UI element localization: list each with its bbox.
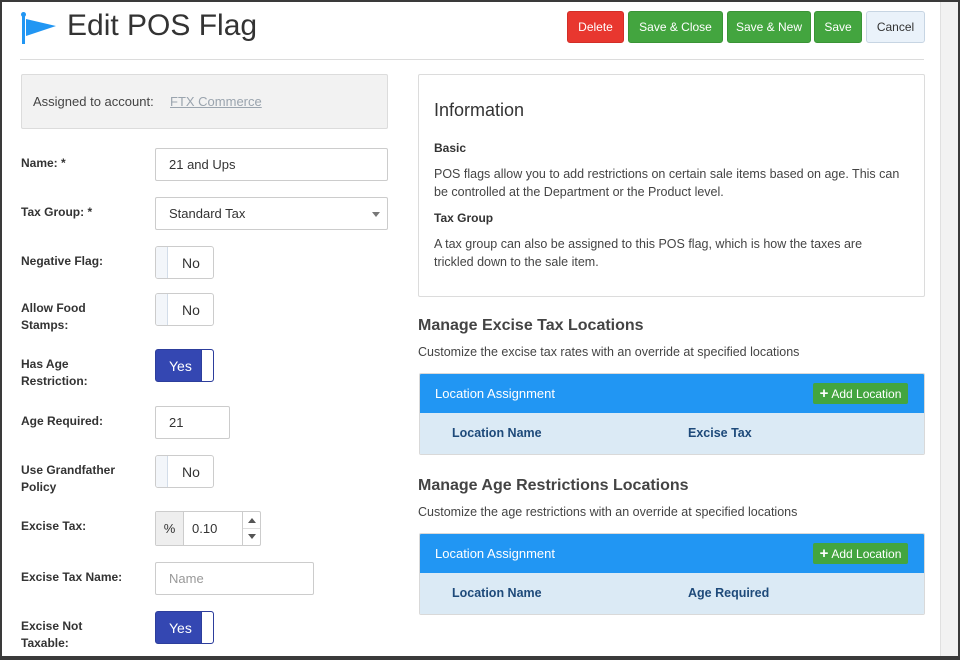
save-button[interactable]: Save bbox=[814, 11, 862, 43]
column-age-required[interactable]: Age Required bbox=[688, 586, 769, 600]
excise-tax-name-input[interactable]: Name bbox=[155, 562, 314, 595]
excise-tax-input[interactable]: % 0.10 bbox=[155, 511, 261, 546]
excise-not-taxable-label: Excise Not Taxable: bbox=[21, 619, 83, 650]
add-location-label: Add Location bbox=[831, 386, 902, 401]
window-frame: Edit POS Flag Delete Save & Close Save &… bbox=[0, 0, 960, 660]
age-required-label: Age Required: bbox=[21, 414, 104, 428]
spin-down-icon[interactable] bbox=[248, 534, 256, 539]
excise-section-title: Manage Excise Tax Locations bbox=[418, 317, 644, 334]
information-panel: Information Basic POS flags allow you to… bbox=[418, 74, 925, 297]
save-close-button[interactable]: Save & Close bbox=[628, 11, 723, 43]
percent-addon: % bbox=[156, 512, 184, 545]
scrollbar[interactable] bbox=[940, 2, 958, 656]
toggle-label: No bbox=[182, 254, 200, 271]
tax-group-value: Standard Tax bbox=[169, 206, 246, 221]
add-location-button[interactable]: + Add Location bbox=[813, 543, 908, 564]
toggle-knob bbox=[201, 350, 213, 381]
page: Edit POS Flag Delete Save & Close Save &… bbox=[2, 2, 940, 656]
tax-group-select[interactable]: Standard Tax bbox=[155, 197, 388, 230]
excise-not-taxable-toggle[interactable]: Yes bbox=[155, 611, 214, 644]
spinner-divider bbox=[243, 528, 260, 529]
age-section-subtitle: Customize the age restrictions with an o… bbox=[418, 505, 798, 519]
age-locations-table: Location Assignment + Add Location Locat… bbox=[419, 533, 925, 615]
assigned-account-link[interactable]: FTX Commerce bbox=[170, 94, 262, 109]
excise-locations-table: Location Assignment + Add Location Locat… bbox=[419, 373, 925, 455]
info-tax-text: A tax group can also be assigned to this… bbox=[434, 237, 863, 269]
name-input[interactable]: 21 and Ups bbox=[155, 148, 388, 181]
table-columns: Location Name Age Required bbox=[420, 573, 924, 614]
negative-flag-toggle[interactable]: No bbox=[155, 246, 214, 279]
spin-up-icon[interactable] bbox=[248, 518, 256, 523]
excise-section-subtitle: Customize the excise tax rates with an o… bbox=[418, 345, 800, 359]
table-title: Location Assignment bbox=[435, 386, 555, 401]
info-basic-text: POS flags allow you to add restrictions … bbox=[434, 167, 900, 199]
toggle-label: Yes bbox=[169, 357, 192, 374]
name-label: Name: * bbox=[21, 156, 66, 170]
negative-flag-label: Negative Flag: bbox=[21, 254, 104, 268]
page-title: Edit POS Flag bbox=[67, 9, 258, 42]
tax-group-label: Tax Group: * bbox=[21, 205, 93, 219]
add-location-label: Add Location bbox=[831, 546, 902, 561]
toggle-knob bbox=[156, 456, 168, 487]
delete-button[interactable]: Delete bbox=[567, 11, 624, 43]
age-restriction-toggle[interactable]: Yes bbox=[155, 349, 214, 382]
table-columns: Location Name Excise Tax bbox=[420, 413, 924, 454]
toggle-label: No bbox=[182, 301, 200, 318]
food-stamps-toggle[interactable]: No bbox=[155, 293, 214, 326]
column-location-name[interactable]: Location Name bbox=[452, 426, 542, 440]
grandfather-label: Use Grandfather Policy bbox=[21, 463, 116, 494]
cancel-button[interactable]: Cancel bbox=[866, 11, 925, 43]
info-tax-heading: Tax Group bbox=[434, 211, 494, 225]
add-location-button[interactable]: + Add Location bbox=[813, 383, 908, 404]
table-title: Location Assignment bbox=[435, 546, 555, 561]
save-new-button[interactable]: Save & New bbox=[727, 11, 811, 43]
excise-tax-name-label: Excise Tax Name: bbox=[21, 570, 123, 584]
grandfather-toggle[interactable]: No bbox=[155, 455, 214, 488]
assigned-account-panel: Assigned to account: FTX Commerce bbox=[21, 74, 388, 129]
caret-down-icon bbox=[372, 212, 380, 217]
toggle-knob bbox=[156, 247, 168, 278]
table-header: Location Assignment + Add Location bbox=[420, 534, 924, 573]
age-restriction-label: Has Age Restriction: bbox=[21, 357, 88, 388]
info-title: Information bbox=[434, 100, 525, 120]
age-section-title: Manage Age Restrictions Locations bbox=[418, 477, 689, 494]
column-excise-tax[interactable]: Excise Tax bbox=[688, 426, 752, 440]
food-stamps-label: Allow Food Stamps: bbox=[21, 301, 86, 332]
info-basic-heading: Basic bbox=[434, 141, 467, 155]
assigned-label: Assigned to account: bbox=[33, 94, 154, 109]
toggle-knob bbox=[156, 294, 168, 325]
flag-icon bbox=[21, 12, 56, 44]
toggle-label: Yes bbox=[169, 619, 192, 636]
page-header: Edit POS Flag Delete Save & Close Save &… bbox=[2, 2, 940, 60]
column-location-name[interactable]: Location Name bbox=[452, 586, 542, 600]
header-divider bbox=[20, 59, 924, 60]
plus-icon: + bbox=[819, 384, 829, 402]
age-required-input[interactable]: 21 bbox=[155, 406, 230, 439]
number-spinner[interactable] bbox=[242, 512, 260, 545]
excise-tax-value: 0.10 bbox=[192, 521, 218, 536]
excise-tax-label: Excise Tax: bbox=[21, 519, 87, 533]
toggle-label: No bbox=[182, 463, 200, 480]
plus-icon: + bbox=[819, 544, 829, 562]
toggle-knob bbox=[201, 612, 213, 643]
table-header: Location Assignment + Add Location bbox=[420, 374, 924, 413]
